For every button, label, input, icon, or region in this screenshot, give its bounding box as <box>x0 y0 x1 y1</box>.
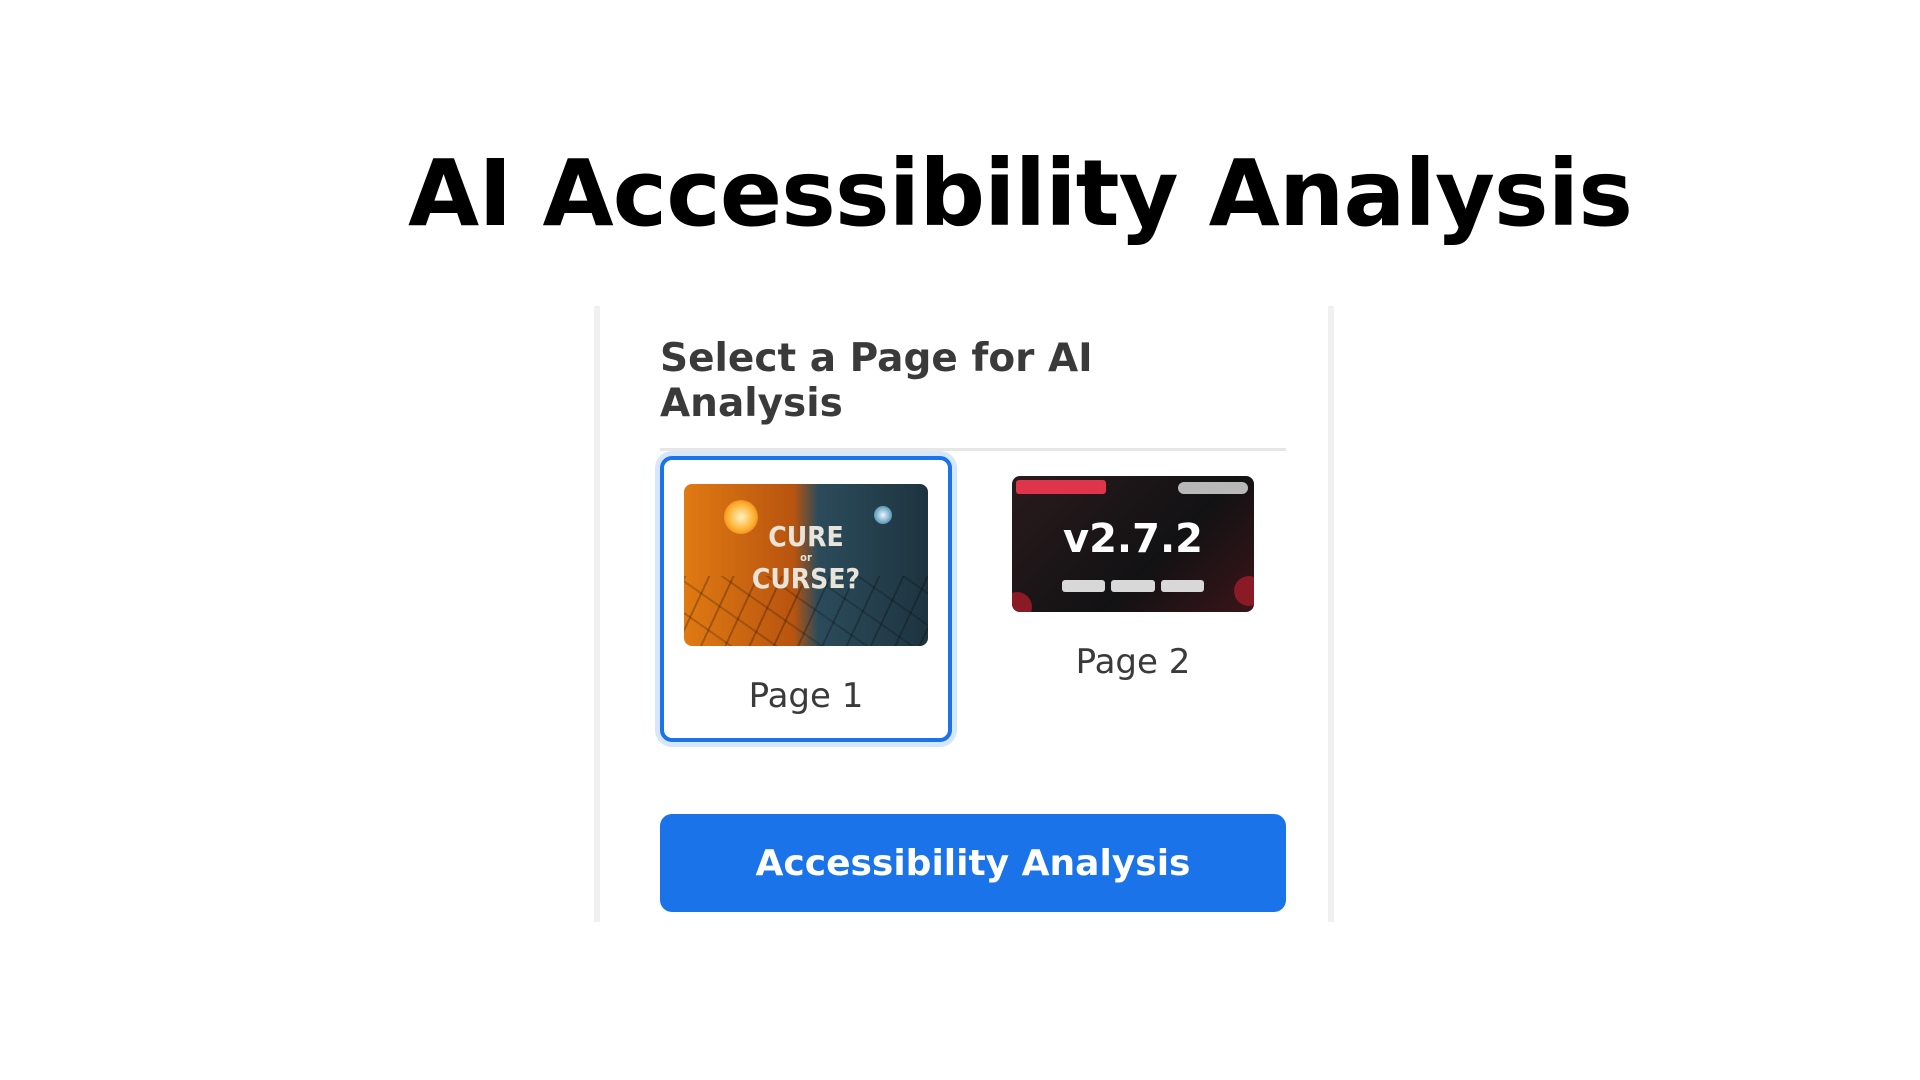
brand-logo-graphic <box>1178 482 1248 494</box>
pill-graphic <box>1111 580 1155 592</box>
panel-heading: Select a Page for AI Analysis <box>660 336 1286 451</box>
page-title: AI Accessibility Analysis <box>408 140 1633 247</box>
page-2-thumbnail: v2.7.2 <box>1012 476 1254 612</box>
thumbnail-word-1: CURE <box>768 520 844 553</box>
page-card-1[interactable]: CURE or CURSE? Page 1 <box>660 456 952 742</box>
decor-circle <box>1234 576 1254 606</box>
page-1-label: Page 1 <box>748 676 864 716</box>
badge-graphic <box>1016 480 1106 494</box>
platform-pills-graphic <box>1062 580 1204 592</box>
page-1-thumbnail-text: CURE or CURSE? <box>684 522 928 594</box>
pill-graphic <box>1062 580 1106 592</box>
page-1-thumbnail: CURE or CURSE? <box>684 484 928 646</box>
page-selection-panel: Select a Page for AI Analysis CURE or CU… <box>594 306 1334 922</box>
page-2-label: Page 2 <box>1075 642 1191 682</box>
page-card-2[interactable]: v2.7.2 Page 2 <box>1012 476 1254 706</box>
decor-circle <box>1012 592 1032 612</box>
accessibility-analysis-button[interactable]: Accessibility Analysis <box>660 814 1286 912</box>
pill-graphic <box>1160 580 1204 592</box>
page-2-thumbnail-text: v2.7.2 <box>1063 516 1203 562</box>
thumbnail-word-3: CURSE? <box>751 562 861 595</box>
